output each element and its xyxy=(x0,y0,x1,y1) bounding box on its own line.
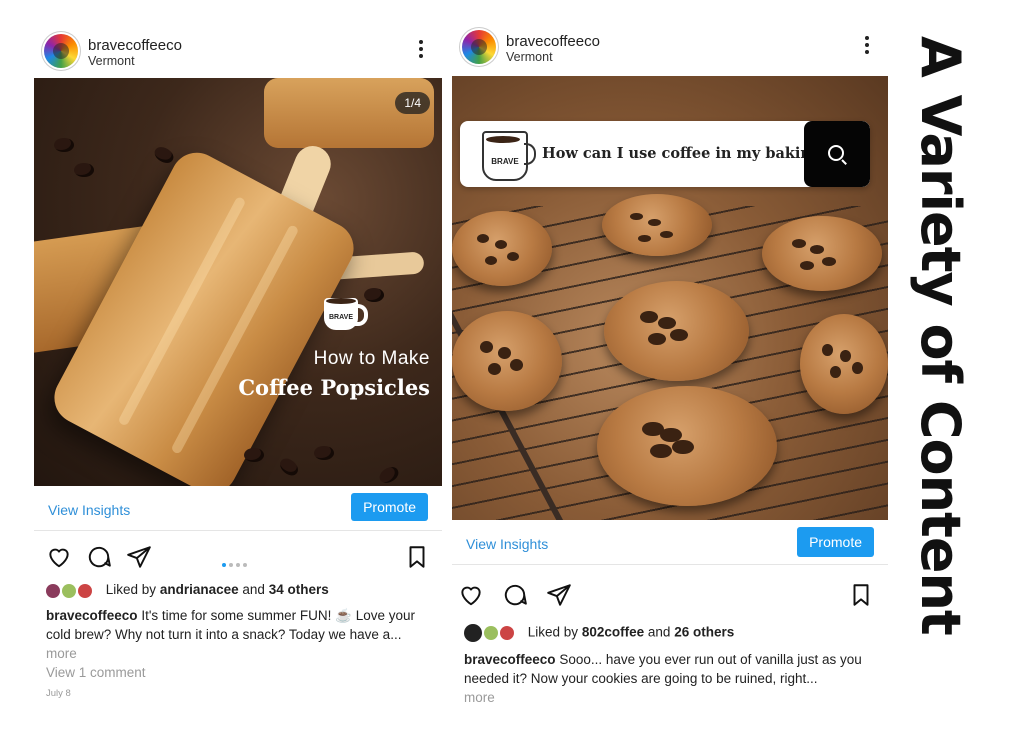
view-insights-link[interactable]: View Insights xyxy=(466,536,548,552)
caption-more-link[interactable]: more xyxy=(46,644,430,663)
post-date: July 8 xyxy=(46,688,71,699)
promote-button[interactable]: Promote xyxy=(351,493,428,521)
search-query-text: How can I use coffee in my baking? xyxy=(542,145,830,162)
cookie xyxy=(800,314,888,414)
coffee-bean xyxy=(314,446,334,460)
coffee-bean xyxy=(54,138,74,152)
comment-icon[interactable] xyxy=(502,582,528,608)
liked-others[interactable]: 26 others xyxy=(674,625,734,640)
insights-bar: View Insights Promote xyxy=(452,524,888,565)
view-insights-link[interactable]: View Insights xyxy=(48,502,130,518)
brave-logo-mug: BRAVE xyxy=(474,127,536,181)
post-cookies: bravecoffeeco Vermont BRAVE How can I us… xyxy=(452,24,888,714)
liked-by-line: Liked by 802coffee and 26 others xyxy=(464,624,734,642)
liked-and: and xyxy=(242,582,265,597)
post-image-carousel[interactable]: 1/4 BRAVE How to Make Coffee Popsicles xyxy=(34,78,442,486)
post-image[interactable]: BRAVE How can I use coffee in my baking? xyxy=(452,76,888,520)
caption-username[interactable]: bravecoffeeco xyxy=(464,652,556,667)
search-button xyxy=(804,121,870,187)
bookmark-icon[interactable] xyxy=(848,582,874,608)
post-caption: bravecoffeeco Sooo... have you ever run … xyxy=(464,650,876,707)
post-username[interactable]: bravecoffeeco xyxy=(506,33,600,50)
post-popsicles: bravecoffeeco Vermont 1/4 BRAVE How to M… xyxy=(34,28,442,708)
promote-button[interactable]: Promote xyxy=(797,527,874,557)
search-overlay: BRAVE How can I use coffee in my baking? xyxy=(460,121,870,187)
liker-avatars xyxy=(464,624,516,642)
heart-icon[interactable] xyxy=(458,582,484,608)
view-comments-link[interactable]: View 1 comment xyxy=(46,665,146,680)
insights-bar: View Insights Promote xyxy=(34,490,442,531)
liked-user[interactable]: 802coffee xyxy=(582,625,644,640)
cookie xyxy=(762,216,882,291)
heart-icon[interactable] xyxy=(46,544,72,570)
liked-prefix: Liked by xyxy=(527,624,579,640)
liked-and: and xyxy=(647,624,671,640)
coffee-bean xyxy=(276,455,302,479)
post-header: bravecoffeeco Vermont xyxy=(34,28,442,78)
kebab-menu-icon[interactable] xyxy=(864,36,870,56)
post-location[interactable]: Vermont xyxy=(88,54,135,68)
caption-username[interactable]: bravecoffeeco xyxy=(46,608,138,623)
cookie xyxy=(604,281,749,381)
post-header: bravecoffeeco Vermont xyxy=(452,24,888,74)
cookie xyxy=(452,211,552,286)
post-caption: bravecoffeeco It's time for some summer … xyxy=(46,606,430,663)
post-username[interactable]: bravecoffeeco xyxy=(88,37,182,54)
side-title: A Variety of Content xyxy=(905,36,975,636)
share-icon[interactable] xyxy=(126,544,152,570)
cookie xyxy=(597,386,777,506)
comment-icon[interactable] xyxy=(86,544,112,570)
overlay-title: Coffee Popsicles xyxy=(238,375,430,400)
brave-logo-mug: BRAVE xyxy=(324,292,368,332)
overlay-heading: How to Make xyxy=(313,348,430,369)
logo-brand-text: BRAVE xyxy=(491,157,519,166)
liked-by-line: Liked by andrianacee and 34 others xyxy=(46,582,329,599)
cookie xyxy=(452,311,562,411)
side-title-text: A Variety of Content xyxy=(909,36,972,635)
cookie xyxy=(602,194,712,256)
logo-brand-text: BRAVE xyxy=(329,314,353,321)
coffee-bean xyxy=(151,143,177,167)
avatar[interactable] xyxy=(44,34,78,68)
carousel-dots xyxy=(222,554,250,572)
kebab-menu-icon[interactable] xyxy=(418,40,424,60)
bookmark-icon[interactable] xyxy=(404,544,430,570)
liked-user[interactable]: andrianacee xyxy=(160,582,239,597)
liked-prefix: Liked by xyxy=(105,582,157,597)
share-icon[interactable] xyxy=(546,582,572,608)
search-icon xyxy=(828,145,844,161)
liker-avatars xyxy=(46,583,94,599)
liked-others[interactable]: 34 others xyxy=(269,582,329,597)
coffee-bean xyxy=(74,163,94,177)
post-location[interactable]: Vermont xyxy=(506,50,553,64)
avatar[interactable] xyxy=(462,30,496,64)
caption-more-link[interactable]: more xyxy=(464,688,876,707)
coffee-bean xyxy=(244,448,264,462)
post-actions-row xyxy=(34,544,442,578)
post-actions-row xyxy=(452,582,888,616)
coffee-bean xyxy=(376,463,402,486)
image-counter: 1/4 xyxy=(395,92,430,114)
